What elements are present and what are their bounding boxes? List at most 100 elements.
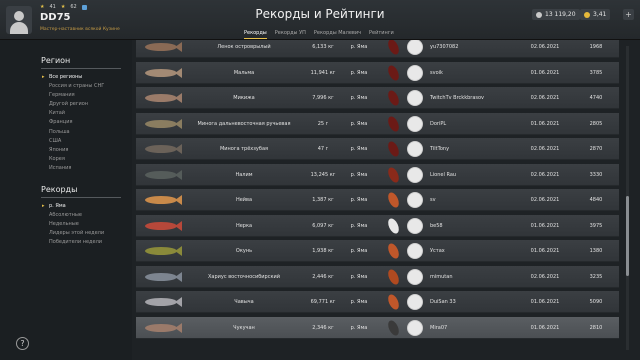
table-row[interactable]: Налим 13,245 кг р. Яма Lionel Rau 02.06.2021… — [136, 163, 619, 186]
region-item-3[interactable]: Другой регион — [49, 100, 104, 109]
user-name[interactable]: Mira07 — [430, 317, 520, 339]
table-row[interactable]: Чукучан 2,346 кг р. Яма Mira07 01.06.2021 281… — [136, 316, 619, 339]
logo-avatar[interactable] — [407, 166, 423, 183]
gold-amount: 3,41 — [593, 11, 607, 18]
colorful-avatar[interactable] — [407, 90, 423, 106]
tab-1[interactable]: Рекорды УП — [275, 30, 306, 39]
silver-balance[interactable]: 13 119,20 — [532, 9, 580, 20]
user-name[interactable]: TiltTony — [430, 138, 520, 160]
record-score: 3330 — [589, 171, 603, 178]
user-avatar-cell — [406, 138, 424, 160]
catch-location: р. Яма — [350, 69, 368, 76]
user-name[interactable]: sv — [430, 189, 520, 211]
table-row[interactable]: Ленок островрылый 6,133 кг р. Яма yu7307082… — [136, 40, 619, 58]
catch-date: 01.06.2021 — [530, 248, 560, 254]
table-row[interactable]: Чавыча 69,771 кг р. Яма DuiSan 33 01.06.2021… — [136, 291, 619, 313]
lure-cell — [381, 113, 405, 135]
table-row[interactable]: Микижа 7,996 кг р. Яма TwitchTv Brckkbrasov… — [136, 87, 619, 109]
region-item-10[interactable]: Испания — [49, 164, 104, 173]
lure-cell — [381, 138, 405, 160]
catch-location: р. Яма — [350, 324, 368, 331]
region-item-0[interactable]: Все регионы — [42, 73, 104, 82]
table-row[interactable]: Хариус восточносибирский 2,446 кг р. Яма mi… — [136, 265, 619, 288]
fish-name: Мальма — [233, 69, 255, 76]
shrimp-lure-icon — [385, 241, 401, 261]
region-item-7[interactable]: США — [49, 137, 104, 146]
catch-date: 02.06.2021 — [530, 44, 560, 50]
table-row[interactable]: Нейва 1,387 кг р. Яма sv 02.06.2021 4840 — [136, 189, 619, 211]
lure-cell — [381, 317, 405, 339]
region-item-4[interactable]: Китай — [49, 109, 104, 118]
tab-bar: Рекорды Рекорды УП Рекорды Малевич Рейтинги — [244, 30, 394, 39]
blue-logo-avatar[interactable] — [407, 115, 423, 132]
fish-image-cell — [140, 266, 186, 288]
user-name[interactable]: Устах — [430, 240, 520, 262]
table-row[interactable]: Окунь 1,938 кг р. Яма Устах 01.06.2021 1380 — [136, 240, 619, 262]
scrollbar[interactable] — [626, 46, 629, 350]
region-heading: Регион — [41, 56, 71, 65]
user-name[interactable]: Lionel Rau — [430, 164, 520, 186]
record-score: 4840 — [589, 197, 603, 203]
region-item-1[interactable]: Россия и страны СНГ — [49, 82, 104, 91]
fish-name: Ленок островрылый — [217, 44, 271, 50]
user-avatar-cell — [406, 215, 424, 237]
user-name[interactable]: be58 — [430, 215, 520, 237]
fish-icon — [145, 271, 182, 282]
fish-image-cell — [140, 62, 186, 84]
catch-location: р. Яма — [350, 299, 368, 305]
user-name[interactable]: yu7307082 — [430, 40, 520, 58]
help-button[interactable]: ? — [16, 337, 29, 350]
table-row[interactable]: Нерка 6,097 кг р. Яма be58 01.06.2021 3975 — [136, 214, 619, 237]
fish-icon — [145, 67, 182, 78]
records-item-4[interactable]: Победители недели — [49, 238, 104, 247]
records-item-2[interactable]: Недельные — [49, 220, 104, 229]
fish-icon — [145, 297, 182, 307]
record-score: 4740 — [589, 95, 603, 101]
records-item-3[interactable]: Лидеры этой недели — [49, 229, 104, 238]
table-row[interactable]: Минога трёхзубая 47 г р. Яма TiltTony 02.06.… — [136, 138, 619, 160]
face-avatar[interactable] — [407, 64, 423, 81]
records-item-0[interactable]: р. Яма — [42, 202, 104, 211]
character-avatar[interactable] — [407, 319, 423, 336]
user-name[interactable]: TwitchTv Brckkbrasov — [430, 87, 520, 109]
user-name[interactable]: mimutan — [430, 266, 520, 288]
dark-avatar[interactable] — [407, 294, 423, 310]
yellow-mask-avatar[interactable] — [407, 40, 423, 55]
orange-avatar[interactable] — [407, 243, 423, 259]
scrollbar-thumb[interactable] — [626, 196, 629, 276]
user-avatar-cell — [406, 189, 424, 211]
user-name[interactable]: DuiSan 33 — [430, 291, 520, 313]
fish-icon — [145, 118, 182, 129]
user-name[interactable]: DoriPL — [430, 113, 520, 135]
left-nav: Регион Все регионыРоссия и страны СНГГер… — [0, 40, 132, 360]
user-name[interactable]: svoik — [430, 62, 520, 84]
record-score: 2805 — [589, 120, 603, 127]
lure-cell — [381, 189, 405, 211]
tab-3[interactable]: Рейтинги — [369, 30, 394, 39]
user-avatar-cell — [406, 113, 424, 135]
fish-name: Окунь — [235, 248, 253, 254]
records-item-1[interactable]: Абсолютные — [49, 211, 104, 220]
table-row[interactable]: Мальма 11,941 кг р. Яма svoik 01.06.2021 3785 — [136, 61, 619, 84]
tab-0[interactable]: Рекорды — [244, 30, 267, 39]
table-row[interactable]: Минога дальневосточная ручьевая 25 г р. Ям… — [136, 112, 619, 135]
question-avatar[interactable] — [407, 141, 423, 157]
region-item-5[interactable]: Франция — [49, 118, 104, 127]
region-item-2[interactable]: Германия — [49, 91, 104, 100]
catch-location: р. Яма — [350, 273, 368, 280]
white-avatar[interactable] — [407, 192, 423, 208]
lure-cell — [381, 164, 405, 186]
add-currency-button[interactable]: + — [623, 9, 634, 20]
leaf-lure-icon — [385, 88, 401, 108]
cartoon-avatar[interactable] — [407, 217, 423, 234]
region-item-9[interactable]: Корея — [49, 155, 104, 164]
dark-avatar[interactable] — [407, 268, 423, 285]
catch-date: 01.06.2021 — [530, 222, 560, 229]
region-item-6[interactable]: Польша — [49, 128, 104, 137]
catch-location: р. Яма — [350, 146, 368, 152]
gold-balance[interactable]: 3,41 — [580, 9, 611, 20]
catch-location: р. Яма — [350, 248, 368, 254]
leaf-lure-icon — [385, 114, 401, 133]
tab-2[interactable]: Рекорды Малевич — [314, 30, 361, 39]
region-item-8[interactable]: Япония — [49, 146, 104, 155]
